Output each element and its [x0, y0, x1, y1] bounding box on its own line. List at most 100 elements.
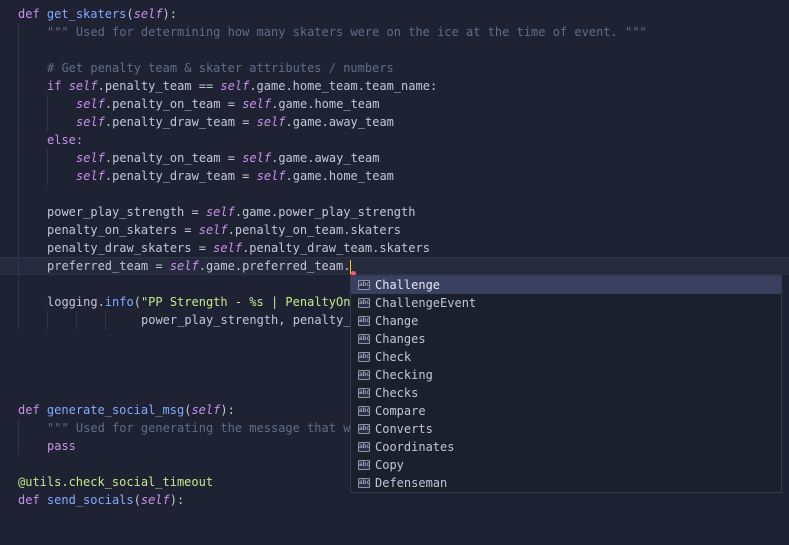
function-call: info: [104, 295, 134, 309]
text-completion-icon: abc: [358, 406, 370, 416]
keyword-def: def: [18, 7, 40, 21]
autocomplete-item[interactable]: abc Defenseman: [351, 474, 781, 492]
code-text: .game.preferred_team.: [198, 259, 351, 273]
code-line[interactable]: penalty_draw_skaters = self.penalty_draw…: [0, 239, 789, 257]
paren: (: [126, 7, 134, 21]
autocomplete-item[interactable]: abc Checks: [351, 384, 781, 402]
indent-guide: [18, 311, 19, 329]
autocomplete-item[interactable]: abc Compare: [351, 402, 781, 420]
autocomplete-item-selected[interactable]: abc Challenge: [351, 276, 781, 294]
code-text: .penalty_on_team =: [104, 151, 243, 165]
code-line[interactable]: self.penalty_draw_team = self.game.home_…: [0, 167, 789, 185]
paren: ):: [220, 403, 235, 417]
indent-guide: [18, 275, 19, 293]
indent-guide: [18, 95, 19, 113]
comment: # Get penalty team & skater attributes /…: [47, 61, 394, 75]
self-ref: self: [256, 169, 286, 183]
autocomplete-item-label: ChallengeEvent: [375, 296, 477, 310]
code-line[interactable]: self.penalty_on_team = self.game.away_te…: [0, 149, 789, 167]
self-ref: self: [242, 151, 272, 165]
autocomplete-item[interactable]: abc ChallengeEvent: [351, 294, 781, 312]
autocomplete-item[interactable]: abc Checking: [351, 366, 781, 384]
autocomplete-item-label: Checks: [375, 386, 419, 400]
indent-guide: [18, 203, 19, 221]
self-param: self: [140, 493, 170, 507]
code-line[interactable]: else:: [0, 131, 789, 149]
paren: ):: [169, 493, 185, 507]
text-completion-icon: abc: [358, 334, 370, 344]
function-name: generate_social_msg: [46, 403, 185, 417]
code-line[interactable]: self.penalty_draw_team = self.game.away_…: [0, 113, 789, 131]
code-text: .penalty_draw_team =: [104, 115, 257, 129]
indent-guide: [18, 149, 19, 167]
code-line[interactable]: [0, 41, 789, 59]
indent-guide: [18, 167, 19, 185]
code-line[interactable]: # Get penalty team & skater attributes /…: [0, 59, 789, 77]
autocomplete-item[interactable]: abc Changes: [351, 330, 781, 348]
self-param: self: [191, 403, 221, 417]
autocomplete-item[interactable]: abc Converts: [351, 420, 781, 438]
indent-guide: [18, 419, 19, 437]
text-completion-icon: abc: [358, 280, 370, 290]
autocomplete-item-label: Converts: [375, 422, 433, 436]
autocomplete-item[interactable]: abc Check: [351, 348, 781, 366]
autocomplete-item-label: Change: [375, 314, 419, 328]
indent-guide: [18, 23, 19, 41]
indent-guide: [47, 167, 48, 185]
autocomplete-item[interactable]: abc Copy: [351, 456, 781, 474]
current-code-line[interactable]: preferred_team = self.game.preferred_tea…: [0, 257, 789, 275]
code-text: .penalty_draw_team.skaters: [242, 241, 430, 255]
text-completion-icon: abc: [358, 478, 370, 488]
code-line[interactable]: """ Used for determining how many skater…: [0, 23, 789, 41]
self-param: self: [133, 7, 163, 21]
string-literal: "PP Strength - %s | PenaltyOn: [140, 295, 351, 309]
text-completion-icon: abc: [358, 316, 370, 326]
docstring: """ Used for determining how many skater…: [47, 25, 647, 39]
code-line[interactable]: def send_socials(self):: [0, 491, 789, 509]
code-text: .game.away_team: [285, 115, 394, 129]
self-ref: self: [68, 79, 98, 93]
autocomplete-item-label: Compare: [375, 404, 426, 418]
indent-guide: [18, 59, 19, 77]
code-line[interactable]: if self.penalty_team == self.game.home_t…: [0, 77, 789, 95]
docstring: """ Used for generating the message that…: [47, 421, 351, 435]
keyword-def: def: [18, 403, 40, 417]
paren: (: [133, 493, 141, 507]
code-text: power_play_strength =: [47, 205, 206, 219]
indent-guide: [18, 131, 19, 149]
code-line[interactable]: def get_skaters(self):: [0, 5, 789, 23]
code-text: .penalty_on_team =: [104, 97, 243, 111]
code-line[interactable]: penalty_on_skaters = self.penalty_on_tea…: [0, 221, 789, 239]
keyword-if: if: [47, 79, 62, 93]
code-text: preferred_team =: [47, 259, 170, 273]
code-line[interactable]: self.penalty_on_team = self.game.home_te…: [0, 95, 789, 113]
self-ref: self: [76, 151, 105, 165]
code-text: .game.away_team: [271, 151, 380, 165]
function-name: send_socials: [46, 493, 134, 507]
code-line[interactable]: [0, 185, 789, 203]
paren: ):: [162, 7, 177, 21]
code-text: .penalty_team ==: [97, 79, 221, 93]
indent-guide: [18, 41, 19, 59]
code-text: .game.power_play_strength: [234, 205, 416, 219]
text-completion-icon: abc: [358, 370, 370, 380]
self-ref: self: [76, 169, 105, 183]
self-ref: self: [213, 241, 243, 255]
autocomplete-item[interactable]: abc Change: [351, 312, 781, 330]
indent-guide: [18, 437, 19, 455]
autocomplete-item-label: Checking: [375, 368, 433, 382]
code-line[interactable]: power_play_strength = self.game.power_pl…: [0, 203, 789, 221]
text-completion-icon: abc: [358, 298, 370, 308]
function-name: get_skaters: [46, 7, 127, 21]
autocomplete-item-label: Changes: [375, 332, 426, 346]
code-text: penalty_draw_skaters =: [47, 241, 214, 255]
decorator: @utils.check_social_timeout: [18, 475, 214, 489]
indent-guide: [105, 311, 106, 329]
indent-guide: [18, 185, 19, 203]
autocomplete-item[interactable]: abc Coordinates: [351, 438, 781, 456]
text-completion-icon: abc: [358, 460, 370, 470]
autocomplete-popup[interactable]: abc Challenge abc ChallengeEvent abc Cha…: [350, 275, 782, 493]
paren: (: [133, 295, 141, 309]
code-text: power_play_strength, penalty_: [141, 313, 351, 327]
self-ref: self: [169, 259, 199, 273]
